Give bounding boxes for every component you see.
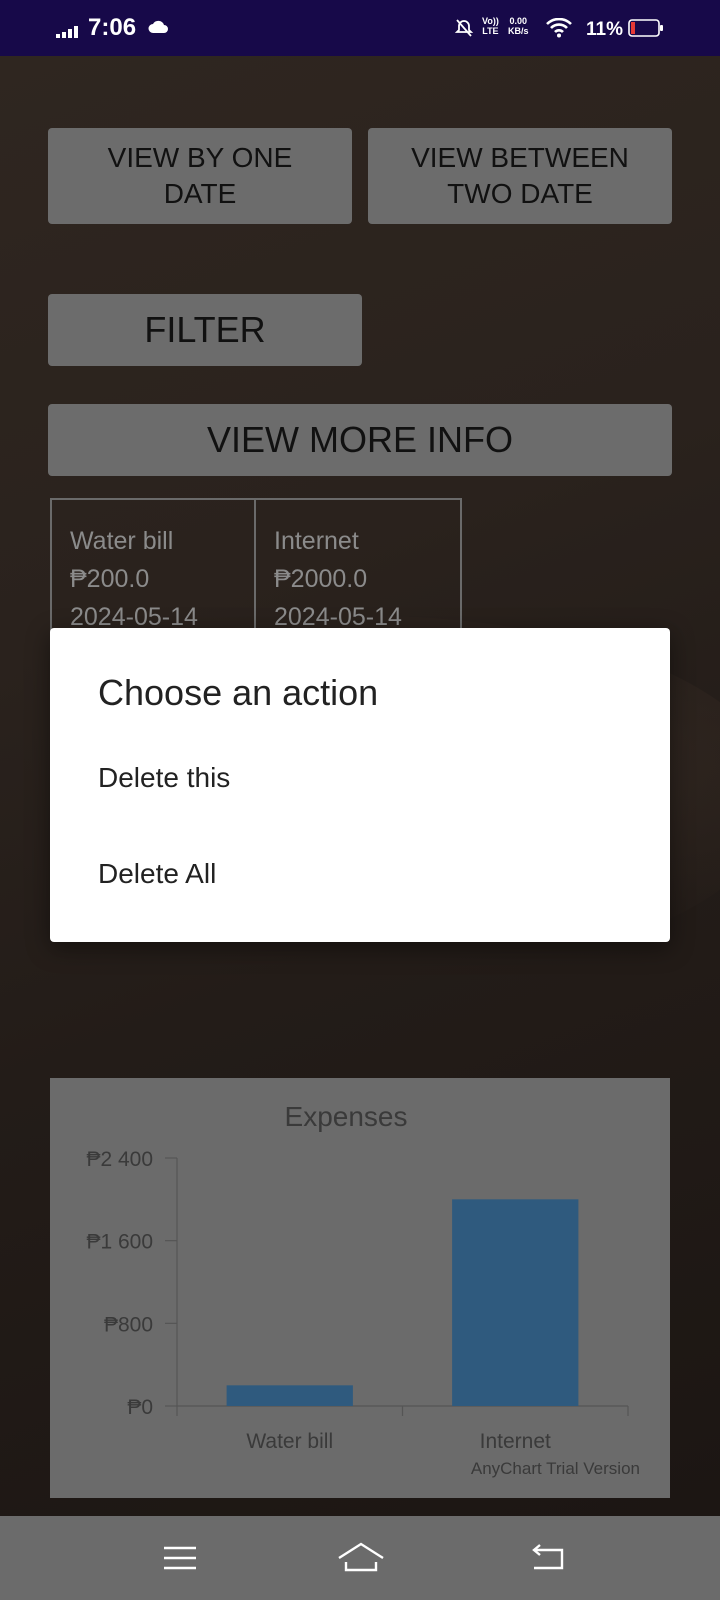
delete-this-option[interactable]: Delete this (98, 762, 230, 794)
action-dialog: Choose an action Delete this Delete All (50, 628, 670, 942)
chart-credit: AnyChart Trial Version (471, 1459, 640, 1478)
status-time: 7:06 (88, 14, 137, 41)
cloud-icon (148, 20, 168, 33)
filter-button[interactable]: FILTER (48, 294, 362, 366)
y-tick-label: ₱2 400 (86, 1148, 153, 1171)
delete-all-option[interactable]: Delete All (98, 858, 216, 890)
expense-amount: ₱2000.0 (274, 565, 368, 593)
x-tick-label: Internet (480, 1430, 551, 1453)
expense-name: Internet (274, 527, 359, 555)
signal-icon (56, 26, 78, 38)
view-more-info-button[interactable]: VIEW MORE INFO (48, 404, 672, 476)
notifications-off-icon (454, 19, 474, 37)
y-tick-label: ₱0 (127, 1396, 153, 1419)
battery-percent: 11% (586, 19, 623, 40)
expense-list: Water bill ₱200.0 2024-05-14 Internet ₱2… (50, 498, 462, 638)
view-between-two-date-button[interactable]: VIEW BETWEEN TWO DATE (368, 128, 672, 224)
chart-title: Expenses (285, 1101, 408, 1132)
menu-icon[interactable] (162, 1544, 198, 1572)
chart-bar (226, 1385, 353, 1406)
status-bar: 7:06 Vo)) LTE 0.00 KB/s 11% (0, 0, 720, 56)
home-icon[interactable] (336, 1540, 386, 1576)
network-speed: 0.00 KB/s (508, 16, 529, 36)
chart-bar (452, 1199, 579, 1406)
navigation-bar (0, 1516, 720, 1600)
expense-card[interactable]: Internet ₱2000.0 2024-05-14 (256, 498, 462, 638)
expenses-chart: Expenses ₱0 ₱800 ₱1 600 ₱2 400 Water bill Inte… (50, 1078, 670, 1498)
x-tick-label: Water bill (246, 1430, 333, 1453)
dialog-title: Choose an action (98, 672, 379, 713)
back-icon[interactable] (530, 1544, 568, 1574)
expense-amount: ₱200.0 (70, 565, 150, 593)
expenses-chart-svg: Expenses ₱0 ₱800 ₱1 600 ₱2 400 Water bill Inte… (86, 1101, 640, 1478)
view-by-one-date-button[interactable]: VIEW BY ONE DATE (48, 128, 352, 224)
expense-name: Water bill (70, 527, 174, 555)
volte-indicator: Vo)) LTE (482, 16, 499, 36)
y-tick-label: ₱800 (104, 1313, 153, 1336)
expense-card[interactable]: Water bill ₱200.0 2024-05-14 (50, 498, 256, 638)
battery-icon (628, 19, 663, 37)
y-tick-label: ₱1 600 (86, 1231, 153, 1254)
wifi-icon (546, 18, 572, 38)
